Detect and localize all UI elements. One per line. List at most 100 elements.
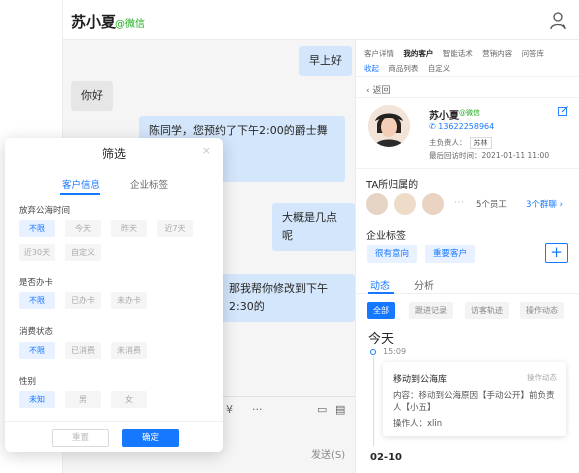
filter-option[interactable]: 未知 [19, 391, 55, 408]
customer-panel: 客户详情 我的客户 智能话术 营销内容 问答库 收起 商品列表 自定义 ‹ 返回… [355, 40, 579, 473]
tab-customer-detail[interactable]: 客户详情 [364, 46, 394, 61]
message-bubble: 早上好 [299, 46, 352, 76]
user-profile-icon[interactable] [550, 12, 566, 30]
timeline-card[interactable]: 移动到公海库 操作动态 内容：移动到公海原因【手动公开】前负责人【小五】 操作人… [383, 362, 566, 436]
filter-option[interactable]: 未办卡 [111, 292, 147, 309]
message-bubble: 大概是几点呢 [272, 203, 355, 251]
tab-marketing[interactable]: 营销内容 [482, 46, 512, 61]
filter-option[interactable]: 不限 [19, 220, 55, 237]
filter-option[interactable]: 已消费 [65, 342, 101, 359]
money-icon[interactable]: ¥ [226, 403, 233, 416]
message-bubble: 你好 [71, 81, 113, 111]
filter-chip-followup[interactable]: 跟进记录 [409, 302, 453, 319]
filter-option[interactable]: 近30天 [19, 244, 55, 261]
filter-section-label: 消费状态 [19, 327, 54, 337]
staff-avatar[interactable] [394, 193, 416, 215]
customer-avatar [368, 105, 410, 147]
tab-products[interactable]: 商品列表 [388, 61, 418, 76]
edit-icon[interactable] [558, 106, 568, 116]
tab-smart-script[interactable]: 智能话术 [443, 46, 473, 61]
back-label: 返回 [372, 86, 391, 96]
contact-name: 苏小夏 [71, 13, 117, 31]
filter-option[interactable]: 昨天 [111, 220, 147, 237]
chevron-right-icon: › [556, 200, 564, 210]
tab-qa[interactable]: 问答库 [522, 46, 545, 61]
timeline-dot [370, 349, 376, 355]
filter-option[interactable]: 女 [111, 391, 147, 408]
last-visit-line: 最后回访时间：2021-01-11 11:00 [429, 150, 549, 161]
tag-high-intent[interactable]: 很有意向 [367, 245, 418, 263]
reset-button[interactable]: 重置 [52, 429, 109, 447]
timeline-line [372, 356, 374, 446]
timeline-card-type: 操作动态 [527, 373, 557, 382]
tab-analysis[interactable]: 分析 [414, 277, 434, 292]
staff-avatar[interactable] [366, 193, 388, 215]
tab-activity[interactable]: 动态 [370, 277, 390, 292]
add-tag-button[interactable]: + [545, 243, 568, 263]
filter-option[interactable]: 自定义 [65, 244, 101, 261]
close-icon[interactable]: × [202, 144, 211, 157]
staff-count[interactable]: 5个员工 [476, 198, 507, 210]
collapse-button[interactable]: 收起 [364, 61, 379, 76]
panel-tabs: 客户详情 我的客户 智能话术 营销内容 问答库 收起 商品列表 自定义 [364, 46, 574, 76]
owner-label: 主负责人： [429, 138, 467, 147]
timeline-date: 02-10 [370, 452, 402, 463]
wechat-tag: @微信 [115, 19, 145, 30]
filter-option[interactable]: 未消费 [111, 342, 147, 359]
chat-header: 苏小夏 @微信 [63, 0, 579, 40]
tab-customer-info[interactable]: 客户信息 [62, 177, 100, 191]
send-button[interactable]: 发送(S) [311, 446, 345, 461]
back-button[interactable]: ‹ 返回 [366, 83, 390, 96]
filter-option[interactable]: 不限 [19, 342, 55, 359]
divider [356, 76, 579, 77]
modal-title: 筛选 [101, 147, 126, 161]
customer-wechat-tag: @微信 [459, 109, 480, 117]
phone-number: 13622258964 [438, 122, 495, 131]
message-bubble: 那我帮你修改到下午2:30的 [219, 274, 355, 322]
group-count-link[interactable]: 3个群聊 › [526, 198, 563, 210]
filter-section-label: 放弃公海时间 [19, 206, 71, 216]
customer-name: 苏小夏 [429, 111, 459, 122]
filter-option[interactable]: 已办卡 [65, 292, 101, 309]
confirm-button[interactable]: 确定 [122, 429, 179, 447]
phone-icon: ✆ [429, 122, 439, 131]
belongs-title: TA所归属的 [366, 180, 419, 191]
active-tab-indicator [60, 193, 100, 195]
tab-custom[interactable]: 自定义 [428, 61, 451, 76]
activity-tabs: 动态 分析 [356, 272, 579, 294]
today-heading: 今天 [368, 332, 395, 347]
filter-section-label: 性别 [19, 377, 37, 387]
timeline-card-operator: 操作人：xlin [393, 419, 443, 429]
group-count: 3个群聊 [526, 200, 557, 210]
tab-my-customers[interactable]: 我的客户 [403, 46, 433, 61]
modal-footer-divider [5, 421, 223, 422]
last-visit-label: 最后回访时间： [429, 151, 482, 160]
tab-enterprise-tags[interactable]: 企业标签 [130, 177, 168, 191]
more-icon[interactable]: ··· [252, 403, 263, 416]
divider [356, 97, 579, 98]
filter-option[interactable]: 不限 [19, 292, 55, 309]
staff-avatar[interactable] [422, 193, 444, 215]
timeline-card-content: 内容：移动到公海原因【手动公开】前负责人【小五】 [393, 391, 555, 413]
tag-important-customer[interactable]: 重要客户 [425, 245, 476, 263]
filter-chip-all[interactable]: 全部 [367, 302, 395, 319]
customer-phone[interactable]: ✆ 13622258964 [429, 122, 494, 131]
last-visit-value: 2021-01-11 11:00 [481, 151, 550, 160]
sidebar-toggle-icon[interactable]: ▤ [335, 403, 345, 416]
filter-chip-visitor[interactable]: 访客轨迹 [465, 302, 509, 319]
timeline-time: 15:09 [383, 347, 407, 356]
active-tab-indicator [368, 292, 394, 294]
owner-line: 主负责人： 苏林 [429, 137, 492, 149]
enterprise-tags-title: 企业标签 [366, 231, 406, 242]
divider [356, 168, 579, 169]
timeline-card-title: 移动到公海库 [393, 375, 448, 385]
filter-chip-operation[interactable]: 操作动态 [520, 302, 564, 319]
filter-modal: 筛选 × 客户信息 企业标签 放弃公海时间 不限 今天 昨天 近7天 近30天 … [5, 138, 223, 452]
owner-badge: 苏林 [469, 137, 492, 149]
filter-section-label: 是否办卡 [19, 278, 54, 288]
filter-option[interactable]: 近7天 [157, 220, 193, 237]
screen-icon[interactable]: ▭ [317, 403, 327, 416]
more-staff-icon: ··· [454, 198, 465, 207]
filter-option[interactable]: 今天 [65, 220, 101, 237]
filter-option[interactable]: 男 [65, 391, 101, 408]
